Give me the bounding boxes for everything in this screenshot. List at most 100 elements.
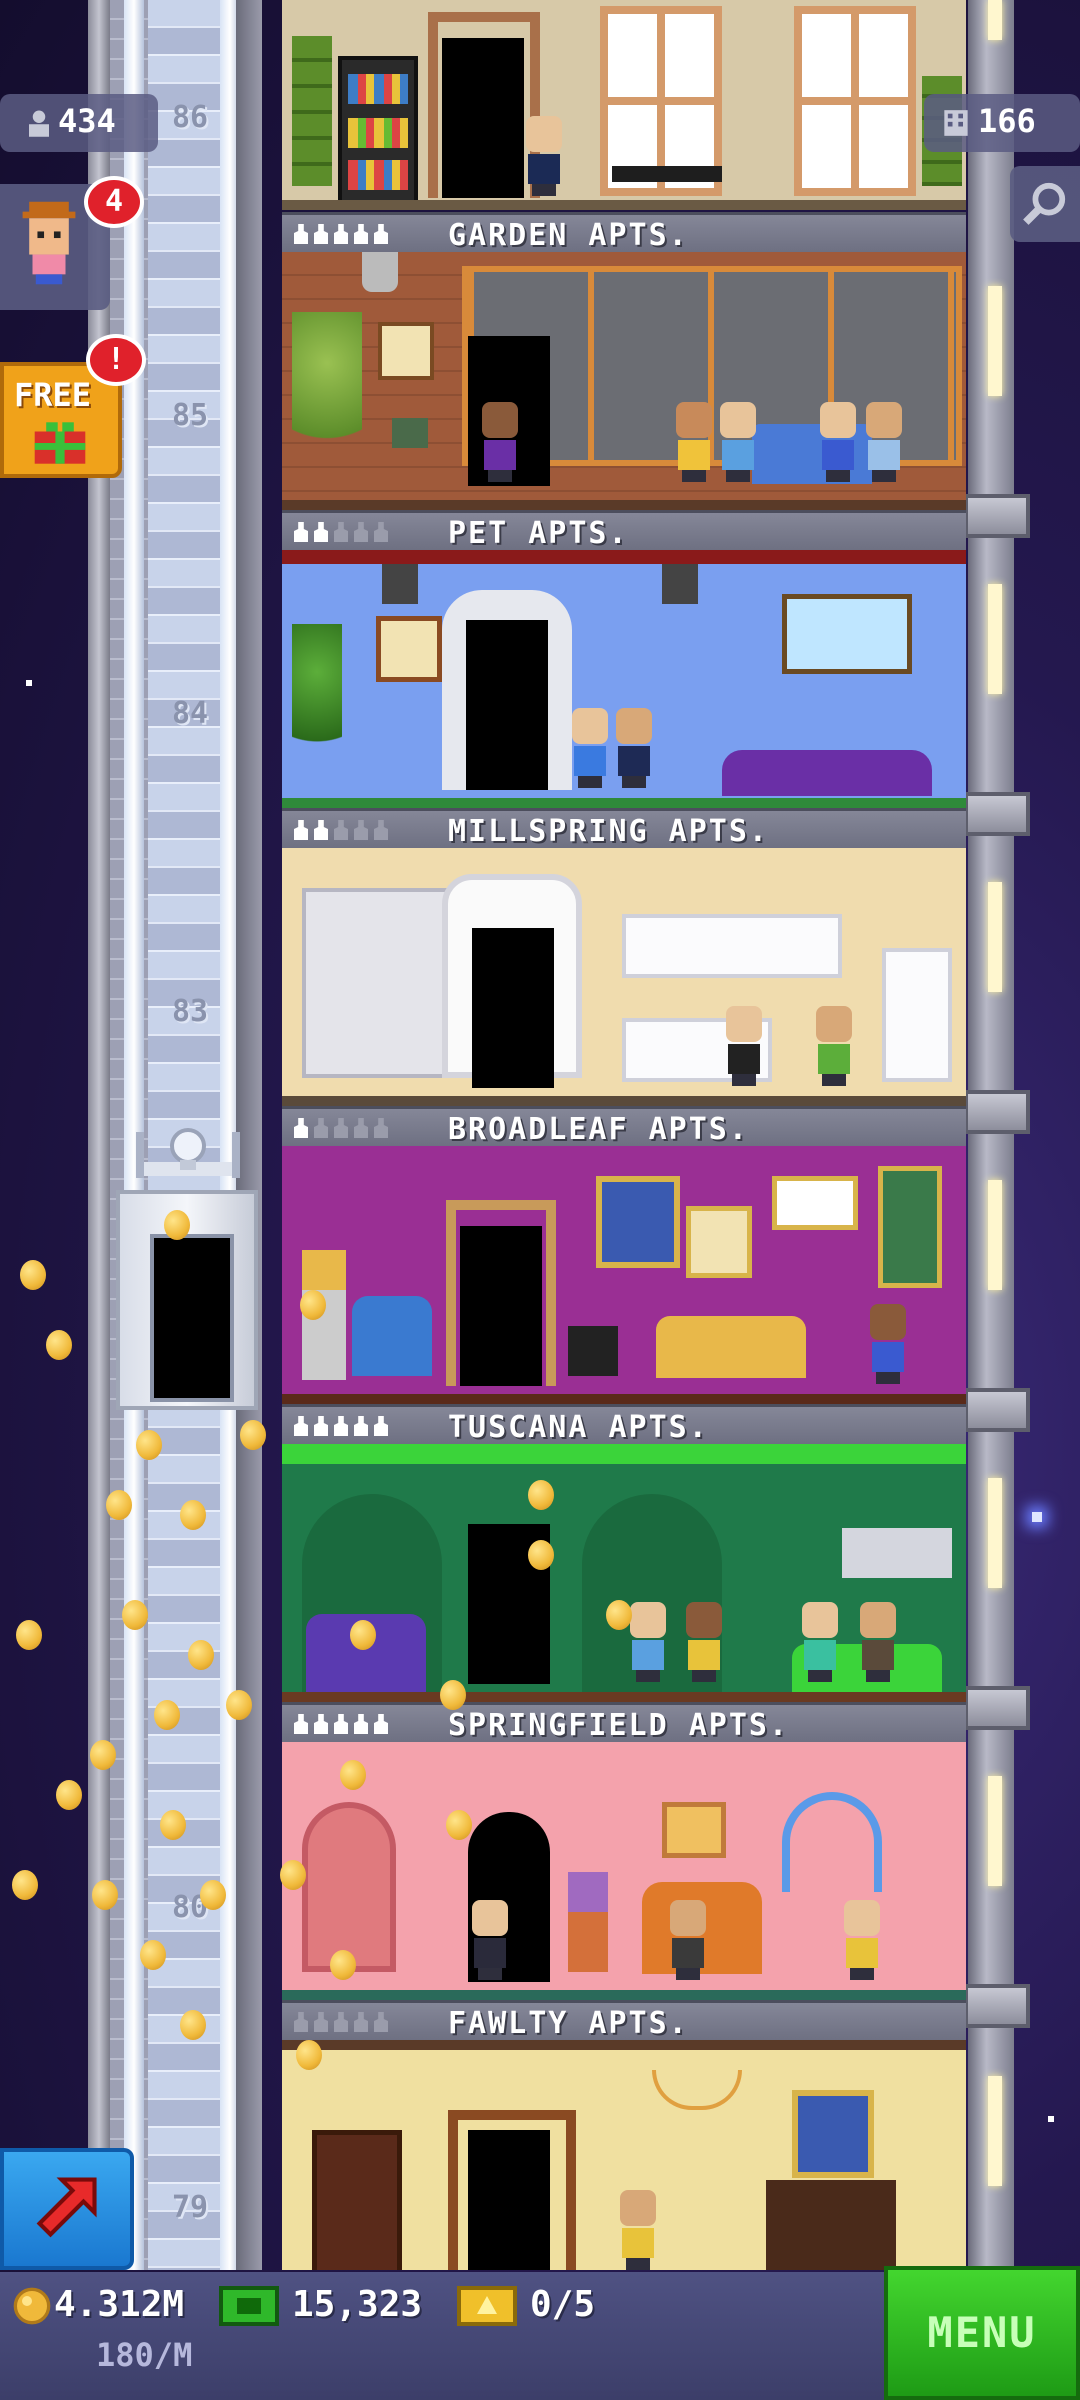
bamboo-plant [292, 36, 332, 186]
floor-number: 84 [171, 696, 209, 731]
side-table [568, 1326, 618, 1376]
resident[interactable] [568, 708, 612, 788]
wall-painting [792, 2090, 874, 2178]
floor-rating [294, 1714, 388, 1734]
person-icon [29, 110, 49, 137]
fireplace [766, 2180, 896, 2270]
resident[interactable] [812, 1006, 856, 1086]
build-button[interactable] [0, 2148, 134, 2270]
resident[interactable] [682, 1602, 726, 1682]
coin-particle [446, 1810, 472, 1840]
population-value: 434 [58, 102, 116, 140]
bux-value[interactable]: 15,323 [292, 2284, 422, 2325]
star-icon [334, 1714, 348, 1734]
window-light [988, 1776, 1002, 1886]
coin-particle [92, 1880, 118, 1910]
resident[interactable] [716, 402, 760, 482]
coin-particle [160, 1810, 186, 1840]
floor-label: TUSCANA APTS. [282, 1404, 966, 1445]
star-icon [314, 1714, 328, 1734]
coin-particle [56, 1780, 82, 1810]
population-counter[interactable]: 434 [0, 94, 158, 152]
star-icon [294, 1118, 308, 1138]
ceiling-lamp [662, 564, 698, 604]
dog-portrait [376, 616, 442, 682]
coin-particle [164, 1210, 190, 1240]
resident[interactable] [862, 402, 906, 482]
search-button[interactable] [1010, 166, 1080, 242]
resident[interactable] [798, 1602, 842, 1682]
floor-fawlty[interactable]: FAWLTY APTS. [282, 2000, 966, 2270]
bookshelf [312, 2130, 402, 2270]
tower-bracket [964, 1388, 1030, 1432]
resident[interactable] [626, 1602, 670, 1682]
yellow-sofa [656, 1316, 806, 1378]
star-icon [374, 820, 388, 840]
coins-rate: 180/M [96, 2336, 193, 2374]
floor-name: SPRINGFIELD APTS. [448, 1708, 790, 1743]
resident[interactable] [666, 1900, 710, 1980]
coin-particle [136, 1430, 162, 1460]
coin-particle [350, 1620, 376, 1650]
kitchen-cabinets [842, 1528, 952, 1578]
building-icon [944, 110, 968, 136]
wall-painting [772, 1176, 858, 1230]
resident[interactable] [468, 1900, 512, 1980]
star-icon [314, 1118, 328, 1138]
resident[interactable] [672, 402, 716, 482]
resident[interactable] [616, 2190, 660, 2270]
star-icon [334, 2012, 348, 2032]
floor-millspring[interactable]: MILLSPRING APTS. [282, 808, 966, 1106]
coin-particle [180, 1500, 206, 1530]
coin-particle [528, 1540, 554, 1570]
doorway [468, 2130, 550, 2270]
floor-name: PET APTS. [448, 516, 629, 551]
coin-particle [12, 1870, 38, 1900]
room-interior [282, 550, 966, 798]
star-icon [354, 1714, 368, 1734]
arc-lamp [782, 1792, 882, 1892]
star-icon [334, 1118, 348, 1138]
star [26, 680, 32, 686]
floor-garden[interactable]: GARDEN APTS. [282, 212, 966, 510]
star [1032, 1512, 1042, 1522]
arrow-up-right-icon [36, 2177, 97, 2238]
resident[interactable] [522, 116, 566, 196]
resident[interactable] [866, 1304, 910, 1384]
tickets-value[interactable]: 0/5 [530, 2284, 595, 2325]
floors-counter[interactable]: 166 [924, 94, 1080, 152]
coin-particle [46, 1330, 72, 1360]
doorway [466, 620, 548, 790]
window-light [988, 2076, 1002, 2186]
resident[interactable] [856, 1602, 900, 1682]
floor-rating [294, 2012, 388, 2032]
star-icon [354, 2012, 368, 2032]
chandelier [652, 2070, 742, 2110]
resident[interactable] [816, 402, 860, 482]
resident[interactable] [478, 402, 522, 482]
doorway [472, 928, 554, 1088]
menu-button[interactable]: MENU [884, 2266, 1080, 2400]
floor-top-partial[interactable] [282, 0, 966, 212]
resident[interactable] [722, 1006, 766, 1086]
resident[interactable] [840, 1900, 884, 1980]
arched-door [302, 1802, 396, 1972]
floor-rating [294, 1416, 388, 1436]
low-table [612, 166, 722, 182]
wall-picture [378, 322, 434, 380]
floor-pet[interactable]: PET APTS. [282, 510, 966, 808]
coin-particle [296, 2040, 322, 2070]
coin-particle [300, 1290, 326, 1320]
floor-broadleaf[interactable]: BROADLEAF APTS. [282, 1106, 966, 1404]
star-icon [314, 820, 328, 840]
star-icon [294, 820, 308, 840]
magnifier-icon [1023, 182, 1066, 225]
coins-value[interactable]: 4.312M [54, 2284, 184, 2325]
star-icon [374, 224, 388, 244]
tower-bracket [964, 792, 1030, 836]
floor-tuscana[interactable]: TUSCANA APTS. [282, 1404, 966, 1702]
floor-springfield[interactable]: SPRINGFIELD APTS. [282, 1702, 966, 2000]
doorway [460, 1226, 542, 1386]
resident[interactable] [612, 708, 656, 788]
dog-bed [722, 750, 932, 796]
